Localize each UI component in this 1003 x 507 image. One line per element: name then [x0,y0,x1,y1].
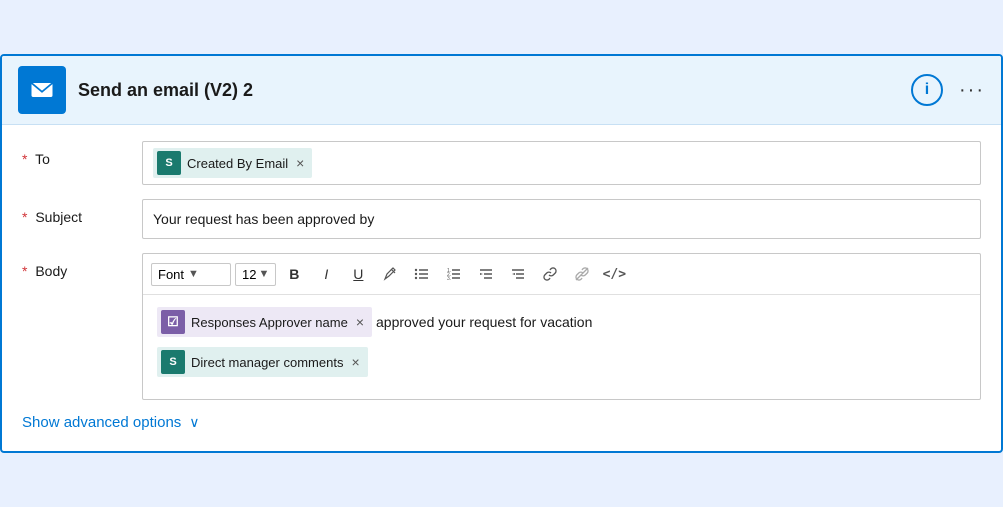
approver-tag-icon: ☑ [161,310,185,334]
manager-tag-close[interactable]: × [351,354,359,370]
manager-tag-icon: S [161,350,185,374]
indent-button[interactable] [472,260,500,288]
unlink-button[interactable] [568,260,596,288]
body-editor[interactable]: Font ▼ 12 ▼ B I U [142,253,981,400]
subject-input[interactable]: Your request has been approved by [142,199,981,239]
italic-button[interactable]: I [312,260,340,288]
required-star-subject: * [22,209,27,225]
body-field-row: * Body Font ▼ 12 ▼ B I U [22,253,981,400]
code-button[interactable]: </> [600,260,628,288]
show-advanced-link[interactable]: Show advanced options [22,414,181,431]
body-label: * Body [22,253,142,279]
line1-text: approved your request for vacation [376,314,592,330]
subject-field-row: * Subject Your request has been approved… [22,199,981,239]
subject-value: Your request has been approved by [153,211,374,227]
link-button[interactable] [536,260,564,288]
manager-comments-tag: S Direct manager comments × [157,347,368,377]
to-tag-label: Created By Email [187,156,288,171]
font-size-dropdown-arrow: ▼ [258,268,269,280]
bold-button[interactable]: B [280,260,308,288]
approver-tag-close[interactable]: × [356,314,364,330]
bullet-list-button[interactable] [408,260,436,288]
to-field-row: * To S Created By Email × [22,141,981,185]
outdent-button[interactable] [504,260,532,288]
editor-line-1: ☑ Responses Approver name × approved you… [157,307,966,337]
approver-tag-label: Responses Approver name [191,315,348,330]
manager-tag-label: Direct manager comments [191,355,343,370]
svg-text:3.: 3. [447,276,451,282]
font-selector[interactable]: Font ▼ [151,263,231,286]
card-title: Send an email (V2) 2 [78,80,899,101]
to-label: * To [22,141,142,167]
to-tag-created-by-email: S Created By Email × [153,148,312,178]
app-icon [18,66,66,114]
chevron-down-icon: ∨ [189,414,199,431]
show-advanced-section: Show advanced options ∨ [22,414,981,431]
card-body: * To S Created By Email × * Subject Your… [2,125,1001,451]
editor-line-2: S Direct manager comments × [157,347,966,377]
header-actions: i ··· [911,74,985,106]
card-header: Send an email (V2) 2 i ··· [2,56,1001,125]
required-star-to: * [22,151,27,167]
more-options-button[interactable]: ··· [959,79,985,102]
required-star-body: * [22,263,27,279]
to-input[interactable]: S Created By Email × [142,141,981,185]
font-size-selector[interactable]: 12 ▼ [235,263,276,286]
info-button[interactable]: i [911,74,943,106]
editor-toolbar: Font ▼ 12 ▼ B I U [143,254,980,295]
font-size-label: 12 [242,267,256,282]
to-tag-close[interactable]: × [296,155,304,171]
approver-name-tag: ☑ Responses Approver name × [157,307,372,337]
underline-button[interactable]: U [344,260,372,288]
subject-label: * Subject [22,199,142,225]
editor-content[interactable]: ☑ Responses Approver name × approved you… [143,295,980,399]
font-label: Font [158,267,184,282]
font-dropdown-arrow: ▼ [188,268,199,280]
numbered-list-button[interactable]: 1.2.3. [440,260,468,288]
to-tag-icon: S [157,151,181,175]
highlight-button[interactable] [376,260,404,288]
email-action-card: Send an email (V2) 2 i ··· * To S Create… [0,54,1003,453]
